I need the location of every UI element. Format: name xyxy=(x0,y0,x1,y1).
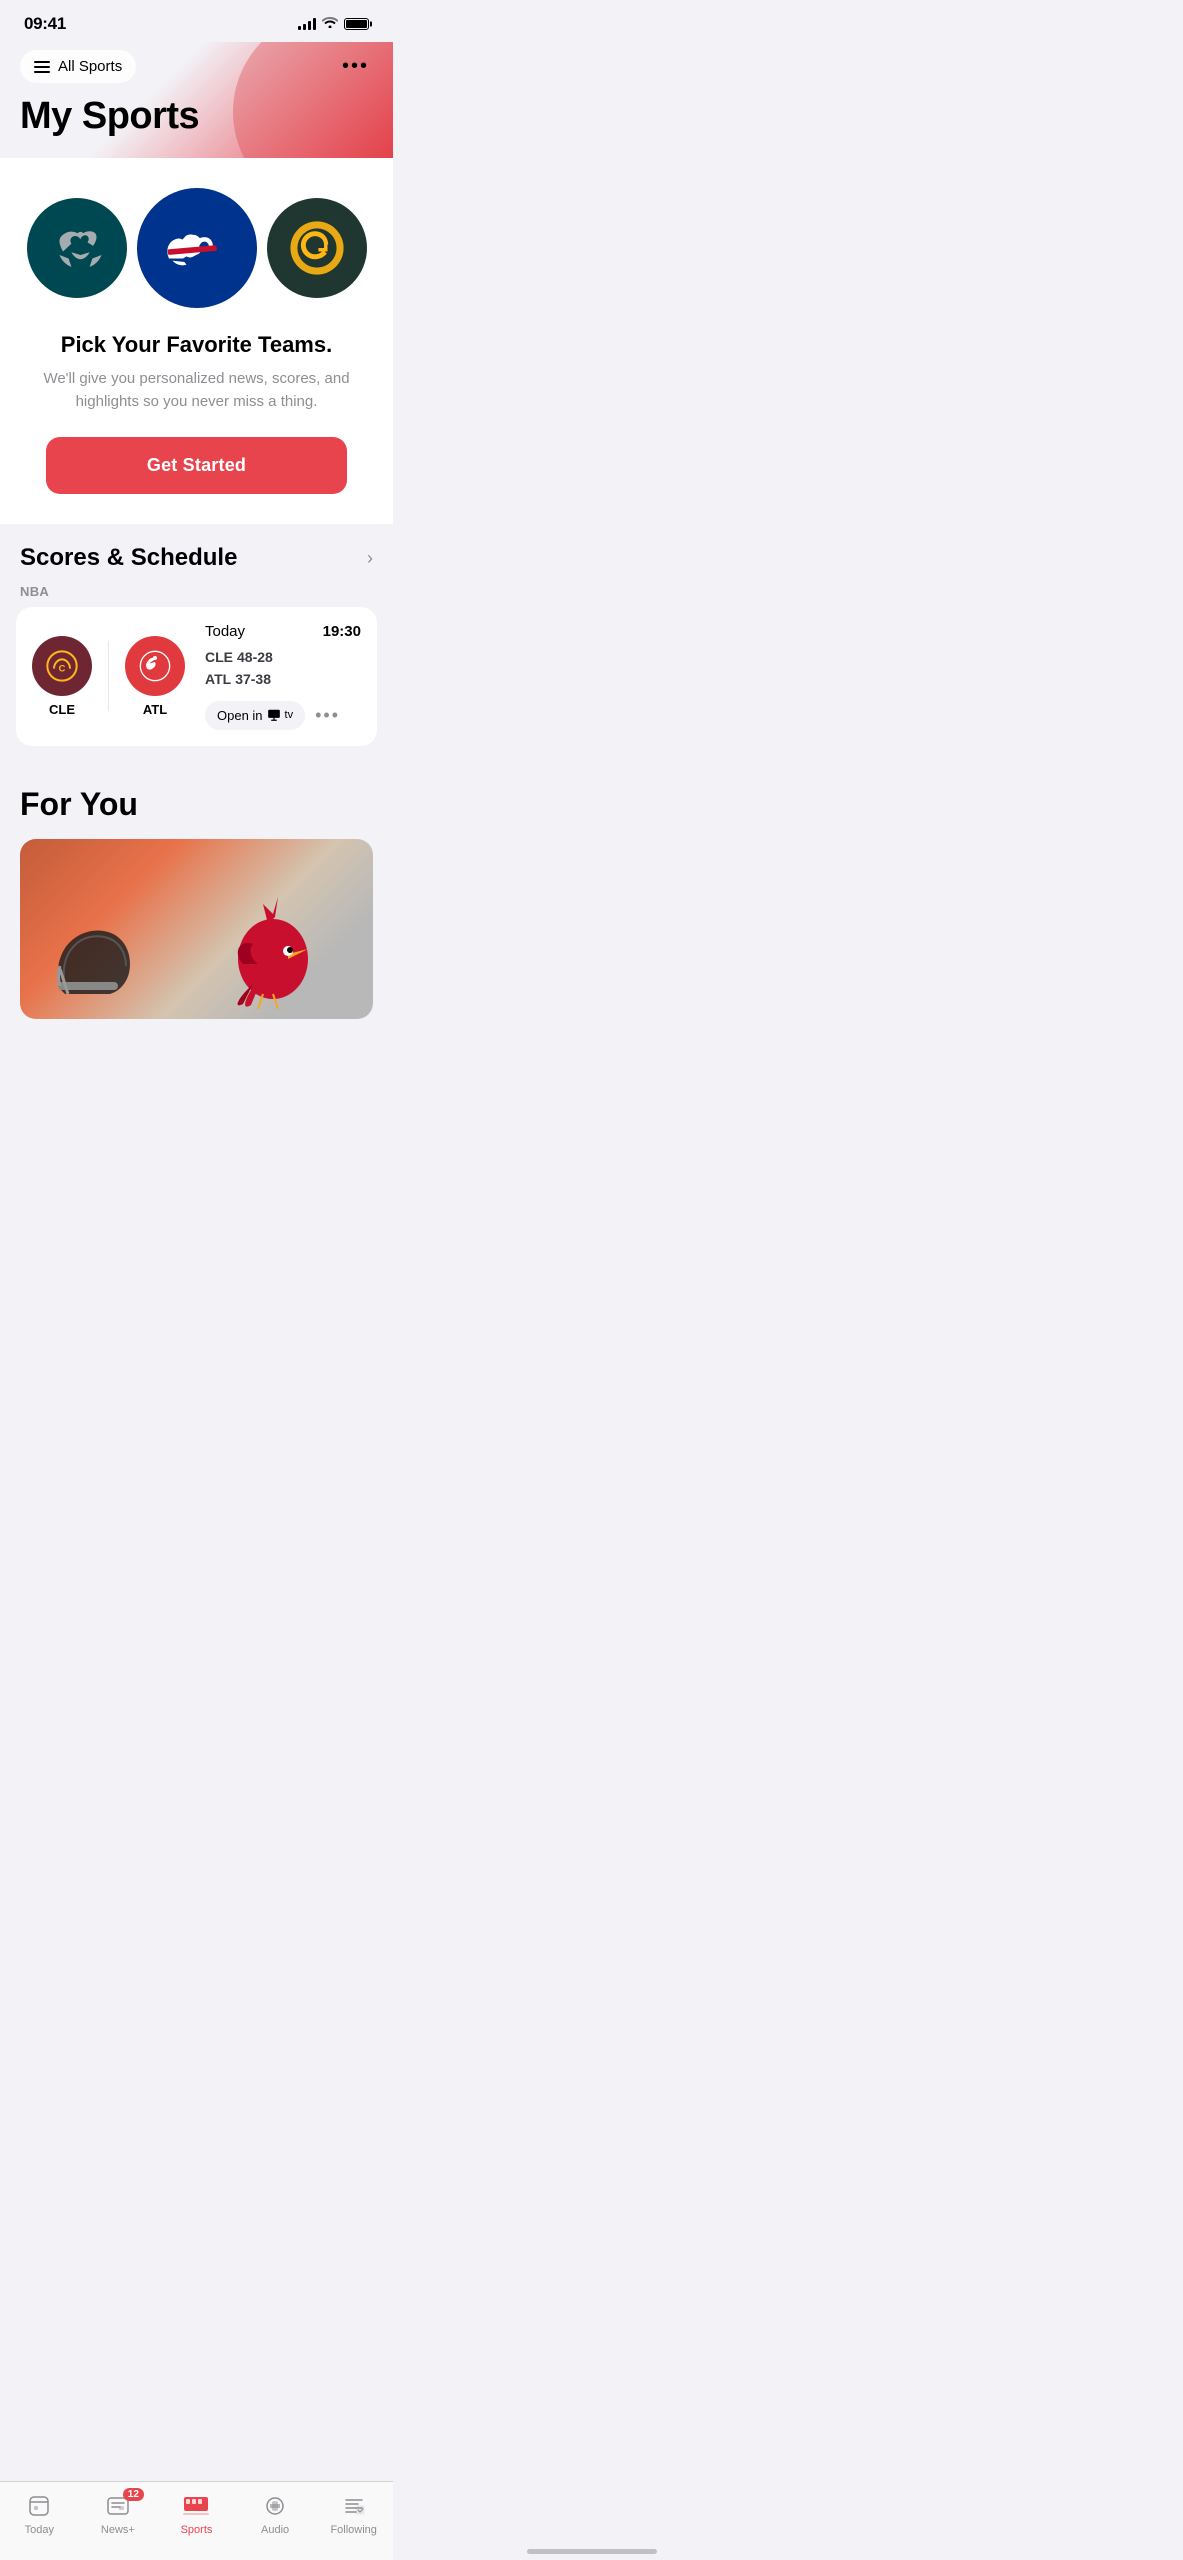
for-you-title: For You xyxy=(20,786,373,823)
hawks-logo xyxy=(125,636,185,696)
tab-sports[interactable]: Sports xyxy=(166,2492,226,2536)
game-time: 19:30 xyxy=(323,623,361,640)
all-sports-button[interactable]: All Sports xyxy=(20,50,136,83)
bills-logo xyxy=(137,188,257,308)
pick-teams-desc: We'll give you personalized news, scores… xyxy=(37,368,357,413)
tab-following[interactable]: Following xyxy=(324,2492,384,2536)
tab-following-label: Following xyxy=(330,2524,376,2536)
game-actions: Open in tv ••• xyxy=(205,701,361,730)
atl-record: ATL37-38 xyxy=(205,668,361,690)
following-icon xyxy=(340,2492,368,2520)
for-you-image-bg xyxy=(20,839,373,1019)
today-icon xyxy=(25,2492,53,2520)
packers-logo xyxy=(267,198,367,298)
tab-today[interactable]: Today xyxy=(9,2492,69,2536)
home-indicator xyxy=(527,2549,657,2554)
game-card: C CLE ATL Today 19:30 CLE48 xyxy=(16,607,377,746)
for-you-section: For You xyxy=(0,766,393,1019)
scores-chevron-icon[interactable]: › xyxy=(367,548,373,569)
scores-section: Scores & Schedule › NBA C CLE xyxy=(0,524,393,766)
wifi-icon xyxy=(322,15,338,33)
helmet-icon xyxy=(50,924,140,1004)
tab-audio-label: Audio xyxy=(261,2524,289,2536)
cavs-logo: C xyxy=(32,636,92,696)
page-title: My Sports xyxy=(20,95,373,138)
cle-record: CLE48-28 xyxy=(205,646,361,668)
status-icons xyxy=(298,15,369,33)
apple-tv-text: tv xyxy=(285,709,294,721)
sports-icon xyxy=(182,2492,210,2520)
newsplus-badge: 12 xyxy=(123,2488,144,2501)
tab-bar-spacer xyxy=(0,1019,393,1119)
tab-newsplus[interactable]: 12 News+ xyxy=(88,2492,148,2536)
tab-today-label: Today xyxy=(25,2524,54,2536)
open-in-tv-label: Open in xyxy=(217,708,263,723)
teams-section: Pick Your Favorite Teams. We'll give you… xyxy=(0,158,393,524)
header: All Sports ••• My Sports xyxy=(0,42,393,158)
cle-label: CLE xyxy=(49,702,75,717)
tab-newsplus-label: News+ xyxy=(101,2524,135,2536)
game-more-button[interactable]: ••• xyxy=(315,705,340,726)
bills-team-col xyxy=(137,188,257,308)
scores-title: Scores & Schedule xyxy=(20,544,237,572)
open-in-tv-button[interactable]: Open in tv xyxy=(205,701,305,730)
tab-sports-label: Sports xyxy=(181,2524,213,2536)
pick-teams-title: Pick Your Favorite Teams. xyxy=(20,332,373,358)
more-button[interactable]: ••• xyxy=(338,51,373,82)
cle-team-col: C CLE xyxy=(32,636,92,717)
status-bar: 09:41 xyxy=(0,0,393,42)
atl-team-col: ATL xyxy=(125,636,185,717)
game-time-row: Today 19:30 xyxy=(205,623,361,640)
packers-team-col xyxy=(267,198,367,298)
league-label: NBA xyxy=(0,584,393,607)
tab-audio[interactable]: Audio xyxy=(245,2492,305,2536)
game-date: Today xyxy=(205,623,245,640)
eagles-logo xyxy=(27,198,127,298)
signal-icon xyxy=(298,18,316,30)
battery-icon xyxy=(344,18,369,30)
hamburger-icon xyxy=(34,61,50,73)
audio-icon xyxy=(261,2492,289,2520)
for-you-image xyxy=(20,839,373,1019)
eagles-team-col xyxy=(27,198,127,298)
header-top: All Sports ••• xyxy=(20,50,373,83)
get-started-button[interactable]: Get Started xyxy=(46,437,346,494)
scores-header: Scores & Schedule › xyxy=(0,544,393,584)
team-logos xyxy=(20,188,373,308)
game-info: Today 19:30 CLE48-28 ATL37-38 Open in tv xyxy=(197,623,361,730)
all-sports-label: All Sports xyxy=(58,58,122,75)
tab-bar: Today 12 News+ Sports xyxy=(0,2481,393,2560)
cardinals-bird-icon xyxy=(213,869,333,1009)
svg-text:C: C xyxy=(59,663,66,673)
team-divider xyxy=(108,641,109,711)
atl-label: ATL xyxy=(143,702,167,717)
status-time: 09:41 xyxy=(24,14,66,34)
